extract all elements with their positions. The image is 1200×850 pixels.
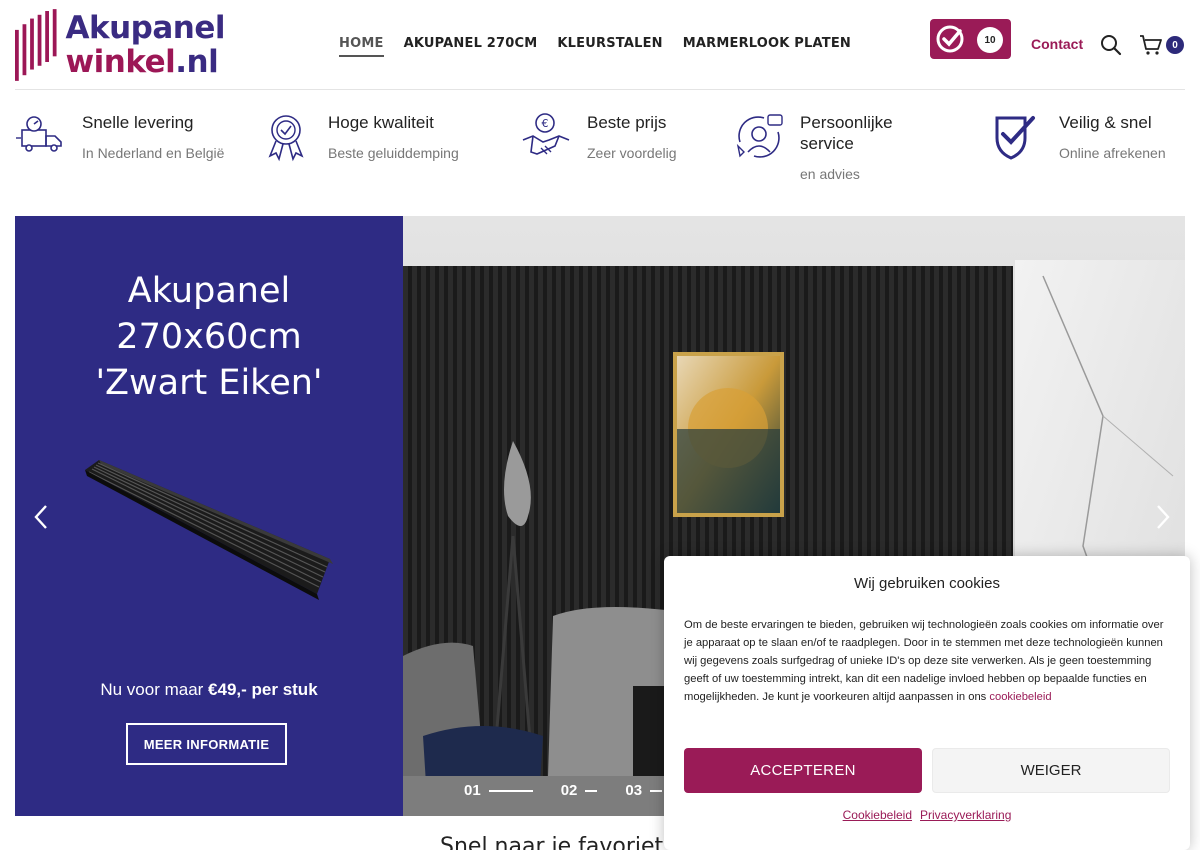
- cookie-policy-link[interactable]: Cookiebeleid: [843, 808, 912, 822]
- usp-price: € Beste prijs Zeer voordelig: [521, 112, 677, 162]
- slide-dot-1[interactable]: 01: [464, 782, 533, 799]
- cookiebeleid-inline-link[interactable]: cookiebeleid: [989, 691, 1051, 703]
- slider-next-arrow[interactable]: [1149, 502, 1175, 532]
- hero-price: Nu voor maar €49,- per stuk: [15, 680, 403, 700]
- nav-marmerlook-platen[interactable]: MARMERLOOK PLATEN: [683, 36, 851, 57]
- cart-button[interactable]: 0: [1139, 34, 1187, 56]
- site-logo[interactable]: Akupanel winkel.nl: [15, 6, 225, 84]
- logo-bars-icon: [15, 9, 57, 81]
- usp-secure-text: Veilig & snel Online afrekenen: [1059, 112, 1166, 162]
- logo-line-1: Akupanel: [65, 10, 225, 46]
- usp-delivery: Snelle levering In Nederland en België: [16, 112, 224, 162]
- cookie-consent-dialog: Wij gebruiken cookies Om de beste ervari…: [664, 556, 1190, 850]
- deny-cookies-button[interactable]: WEIGER: [932, 748, 1170, 793]
- slide-line: [650, 789, 663, 792]
- euro-handshake-icon: €: [522, 113, 570, 155]
- slide-number: 03: [625, 782, 643, 799]
- favorites-section-title: Snel naar je favoriet: [440, 834, 664, 850]
- slide-number: 01: [464, 782, 481, 799]
- usp-title: Snelle levering: [82, 113, 194, 132]
- hero-title-line-1: Akupanel: [127, 271, 291, 311]
- review-seal-icon: [936, 25, 964, 53]
- logo-wordmark: Akupanel winkel.nl: [65, 11, 225, 79]
- slide-number: 02: [560, 782, 578, 799]
- search-icon[interactable]: [1100, 34, 1122, 56]
- site-header: Akupanel winkel.nl HOME AKUPANEL 270CM K…: [0, 0, 1200, 90]
- delivery-truck-icon: [16, 116, 62, 152]
- usp-service-text: Persoonlijke service en advies: [800, 112, 910, 182]
- cookie-title: Wij gebruiken cookies: [854, 575, 1000, 592]
- hero-title: Akupanel 270x60cm 'Zwart Eiken': [15, 268, 403, 406]
- usp-title: Veilig & snel: [1059, 113, 1152, 132]
- usp-delivery-text: Snelle levering In Nederland en België: [82, 112, 224, 162]
- main-nav: HOME AKUPANEL 270CM KLEURSTALEN MARMERLO…: [339, 36, 851, 57]
- cookie-body: Om de beste ervaringen te bieden, gebrui…: [684, 616, 1170, 706]
- award-ribbon-icon: [268, 115, 304, 162]
- usp-subtitle: Online afrekenen: [1059, 145, 1166, 161]
- slide-dot-3[interactable]: 03: [625, 782, 663, 799]
- logo-domain: .nl: [175, 44, 219, 80]
- nav-kleurstalen[interactable]: KLEURSTALEN: [557, 36, 662, 57]
- review-badge[interactable]: 10: [930, 19, 1011, 59]
- usp-title: Persoonlijke service: [800, 113, 893, 153]
- usp-subtitle: Zeer voordelig: [587, 145, 677, 161]
- usp-subtitle: In Nederland en België: [82, 145, 225, 161]
- usp-secure: Veilig & snel Online afrekenen: [993, 112, 1166, 162]
- usp-service: Persoonlijke service en advies: [734, 112, 910, 182]
- shield-check-icon: [995, 116, 1035, 160]
- cookie-links: Cookiebeleid Privacyverklaring: [664, 808, 1190, 822]
- logo-line-2: winkel.nl: [65, 45, 225, 79]
- usp-title: Hoge kwaliteit: [328, 113, 434, 132]
- cookie-body-text: Om de beste ervaringen te bieden, gebrui…: [684, 619, 1164, 703]
- slider-prev-arrow[interactable]: [29, 502, 55, 532]
- more-info-button[interactable]: MEER INFORMATIE: [126, 723, 287, 765]
- hero-title-line-3: 'Zwart Eiken': [95, 363, 323, 403]
- usp-quality-text: Hoge kwaliteit Beste geluiddemping: [328, 112, 459, 162]
- customer-service-icon: [736, 114, 783, 158]
- hero-price-prefix: Nu voor maar: [100, 680, 209, 699]
- hero-price-value: €49,- per stuk: [208, 680, 318, 699]
- hero-title-line-2: 270x60cm: [116, 317, 302, 357]
- active-slide-line: [488, 789, 533, 792]
- usp-quality: Hoge kwaliteit Beste geluiddemping: [262, 112, 459, 162]
- slider-pagination: 01 02 03: [464, 782, 663, 799]
- usp-price-text: Beste prijs Zeer voordelig: [587, 112, 677, 162]
- cart-count-badge: 0: [1166, 36, 1184, 54]
- nav-home[interactable]: HOME: [339, 36, 384, 57]
- slide-dot-2[interactable]: 02: [561, 782, 598, 799]
- cart-icon: [1140, 35, 1162, 55]
- slide-line: [585, 789, 598, 792]
- usp-title: Beste prijs: [587, 113, 667, 132]
- header-divider: [15, 89, 1185, 90]
- accept-cookies-button[interactable]: ACCEPTEREN: [684, 748, 922, 793]
- contact-link[interactable]: Contact: [1031, 36, 1083, 52]
- review-score: 10: [977, 27, 1003, 53]
- hero-text-panel: Akupanel 270x60cm 'Zwart Eiken' Nu voor …: [15, 216, 403, 816]
- usp-subtitle: Beste geluiddemping: [328, 145, 459, 161]
- svg-text:€: €: [542, 117, 549, 130]
- usp-subtitle: en advies: [800, 166, 860, 182]
- nav-akupanel-270cm[interactable]: AKUPANEL 270CM: [404, 36, 538, 57]
- privacy-statement-link[interactable]: Privacyverklaring: [920, 808, 1011, 822]
- akupanel-product-image: [85, 460, 333, 600]
- logo-word: winkel: [65, 44, 176, 80]
